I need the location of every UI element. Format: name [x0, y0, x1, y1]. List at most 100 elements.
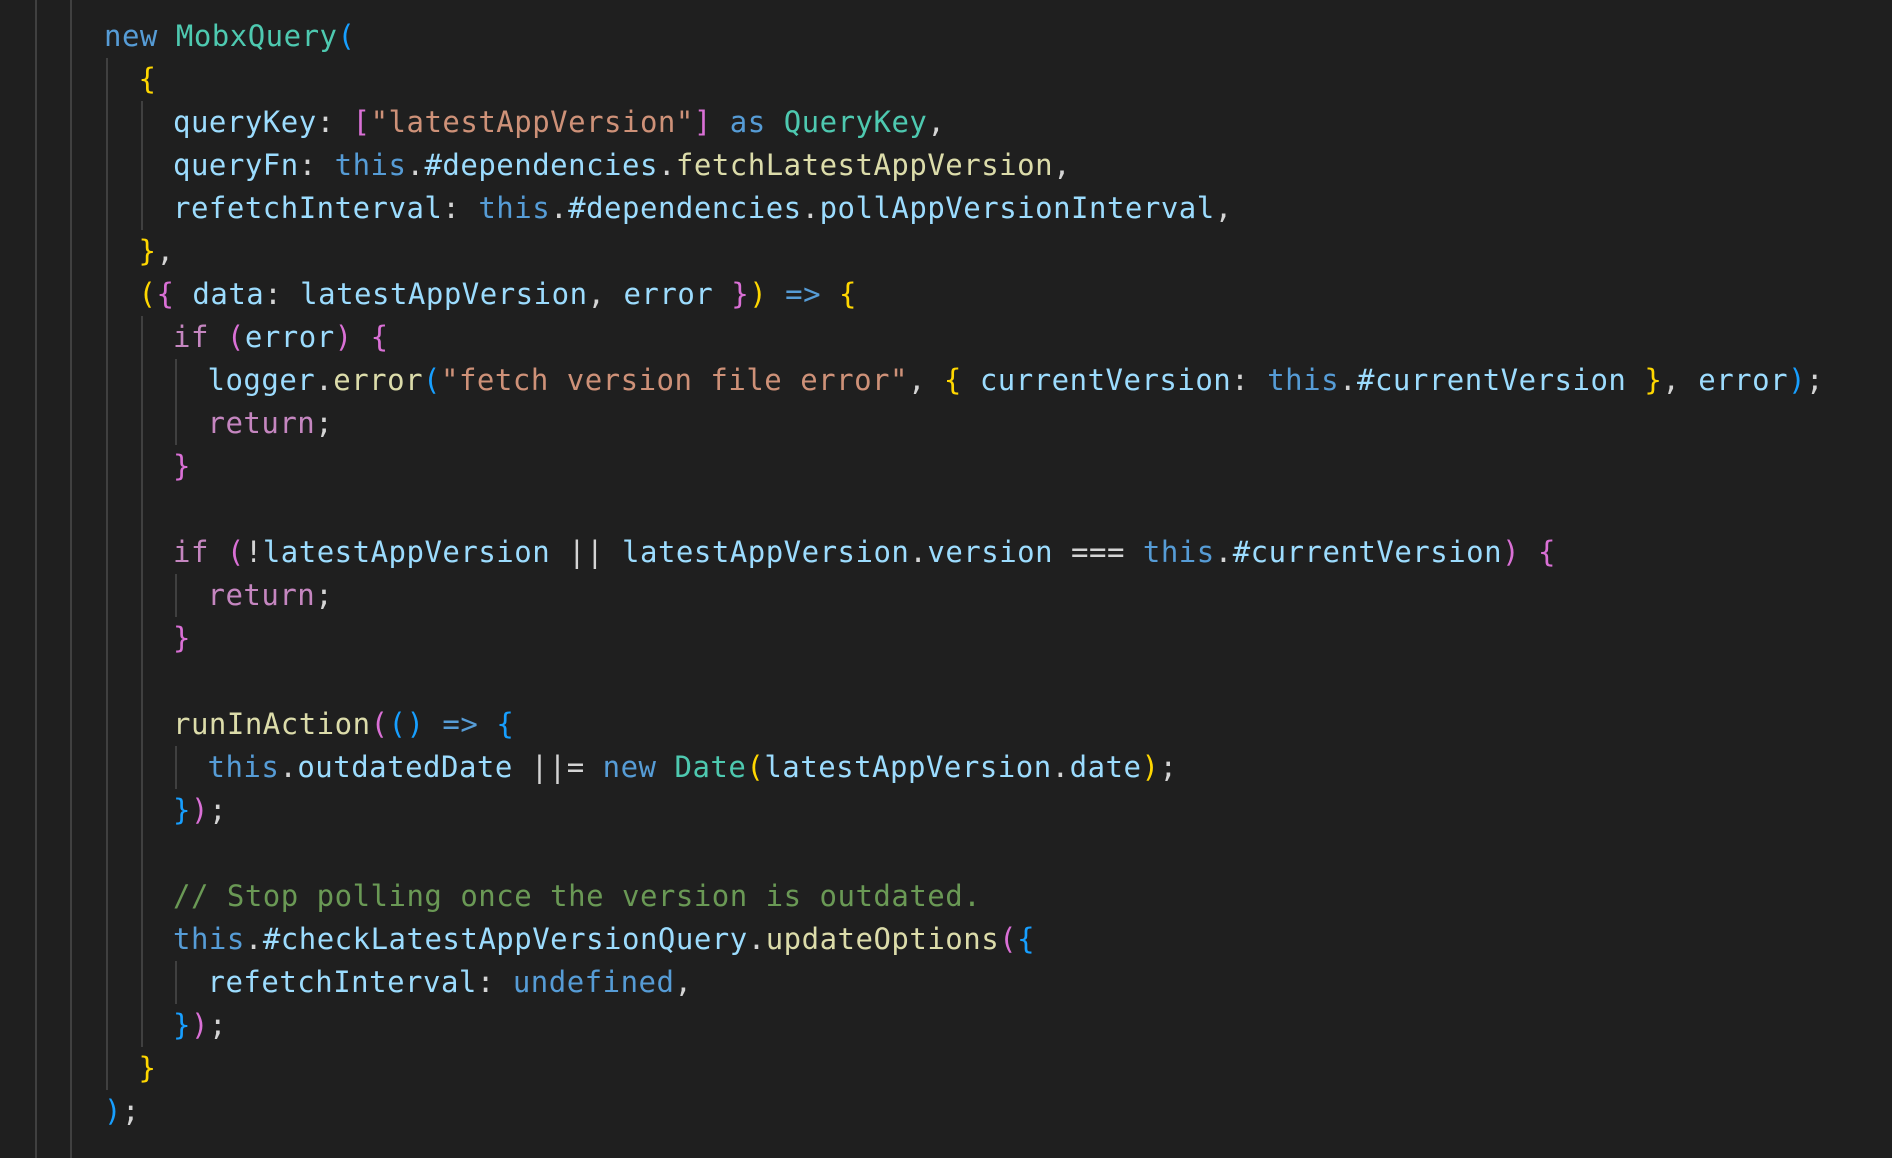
- code-token: ;: [121, 1094, 140, 1128]
- code-line[interactable]: queryFn: this.#dependencies.fetchLatestA…: [173, 144, 1071, 187]
- code-token: (: [226, 320, 245, 354]
- code-token: this: [478, 191, 551, 225]
- code-token: {: [138, 62, 157, 96]
- code-token: !: [244, 535, 263, 569]
- code-line[interactable]: ({ data: latestAppVersion, error }) => {: [139, 273, 858, 316]
- code-token: }: [138, 234, 157, 268]
- code-editor[interactable]: new MobxQuery( { queryKey: ["latestAppVers…: [0, 0, 1892, 1158]
- code-token: ): [1788, 363, 1807, 397]
- code-token: {: [943, 363, 962, 397]
- code-token: ===: [1053, 535, 1143, 569]
- code-line[interactable]: runInAction(() => {: [173, 703, 514, 746]
- code-token: {: [370, 320, 389, 354]
- code-line[interactable]: this.outdatedDate ||= new Date(latestApp…: [208, 746, 1178, 789]
- code-token: }: [173, 621, 191, 655]
- code-token: ;: [315, 578, 334, 612]
- indent-guide: [70, 0, 72, 1158]
- code-token: data: [192, 277, 265, 311]
- code-token: ,: [1053, 148, 1072, 182]
- code-token: ,: [1214, 191, 1233, 225]
- code-token: (: [138, 277, 157, 311]
- code-token: ): [1502, 535, 1521, 569]
- code-token: updateOptions: [765, 922, 1000, 956]
- code-token: this: [173, 922, 245, 956]
- code-token: .: [747, 922, 766, 956]
- code-token: :: [264, 277, 301, 311]
- code-line[interactable]: refetchInterval: this.#dependencies.poll…: [173, 187, 1233, 230]
- code-token: (: [423, 363, 442, 397]
- code-token: #dependencies: [568, 191, 802, 225]
- code-token: ): [334, 320, 353, 354]
- code-line[interactable]: },: [139, 230, 175, 273]
- code-line[interactable]: queryKey: ["latestAppVersion"] as QueryK…: [173, 101, 945, 144]
- code-token: =>: [785, 277, 822, 311]
- code-token: ,: [156, 234, 175, 268]
- code-token: .: [1051, 750, 1070, 784]
- code-line[interactable]: refetchInterval: undefined,: [208, 961, 693, 1004]
- code-token: ): [1141, 750, 1160, 784]
- code-token: .: [1214, 535, 1233, 569]
- code-token: refetchInterval: [207, 965, 477, 999]
- code-line[interactable]: if (error) {: [173, 316, 389, 359]
- code-token: (: [226, 535, 245, 569]
- code-token: #checkLatestAppVersionQuery: [262, 922, 748, 956]
- code-token: }: [731, 277, 750, 311]
- code-line[interactable]: }: [139, 1047, 157, 1090]
- code-line[interactable]: if (!latestAppVersion || latestAppVersio…: [173, 531, 1556, 574]
- code-token: }: [173, 793, 191, 827]
- code-line[interactable]: );: [104, 1090, 140, 1133]
- code-line[interactable]: });: [173, 789, 227, 832]
- code-token: }: [1644, 363, 1663, 397]
- code-token: ;: [208, 1008, 227, 1042]
- indent-guide: [175, 746, 177, 789]
- code-token: #currentVersion: [1357, 363, 1627, 397]
- code-token: Date: [674, 750, 747, 784]
- code-token: .: [657, 148, 676, 182]
- code-token: // Stop polling once the version is outd…: [173, 879, 982, 913]
- code-token: queryFn: [173, 148, 299, 182]
- code-token: ): [104, 1094, 122, 1128]
- code-token: {: [1538, 535, 1557, 569]
- code-line[interactable]: }: [173, 445, 191, 488]
- code-token: ,: [927, 105, 946, 139]
- code-token: refetchInterval: [173, 191, 443, 225]
- code-line[interactable]: this.#checkLatestAppVersionQuery.updateO…: [173, 918, 1035, 961]
- code-token: {: [496, 707, 515, 741]
- code-token: this: [1267, 363, 1340, 397]
- code-line[interactable]: }: [173, 617, 191, 660]
- code-line[interactable]: // Stop polling once the version is outd…: [173, 875, 981, 918]
- code-token: (: [370, 707, 389, 741]
- code-token: queryKey: [173, 105, 317, 139]
- code-token: "latestAppVersion": [370, 105, 694, 139]
- code-token: .: [1339, 363, 1357, 397]
- indent-guide: [141, 316, 143, 1047]
- code-line[interactable]: });: [173, 1004, 227, 1047]
- code-token: :: [442, 191, 479, 225]
- code-line[interactable]: new MobxQuery(: [104, 15, 355, 58]
- code-line[interactable]: {: [139, 58, 157, 101]
- code-token: #currentVersion: [1232, 535, 1503, 569]
- code-token: latestAppVersion: [300, 277, 588, 311]
- code-token: :: [316, 105, 353, 139]
- code-token: QueryKey: [783, 105, 928, 139]
- code-line[interactable]: logger.error("fetch version file error",…: [208, 359, 1825, 402]
- code-token: currentVersion: [979, 363, 1232, 397]
- code-token: this: [1142, 535, 1215, 569]
- code-token: ,: [674, 965, 693, 999]
- code-token: version: [927, 535, 1054, 569]
- code-token: ): [749, 277, 768, 311]
- code-token: fetchLatestAppVersion: [675, 148, 1054, 182]
- code-line[interactable]: return;: [208, 574, 334, 617]
- code-token: ;: [1159, 750, 1178, 784]
- code-line[interactable]: return;: [208, 402, 334, 445]
- code-token: if: [173, 320, 209, 354]
